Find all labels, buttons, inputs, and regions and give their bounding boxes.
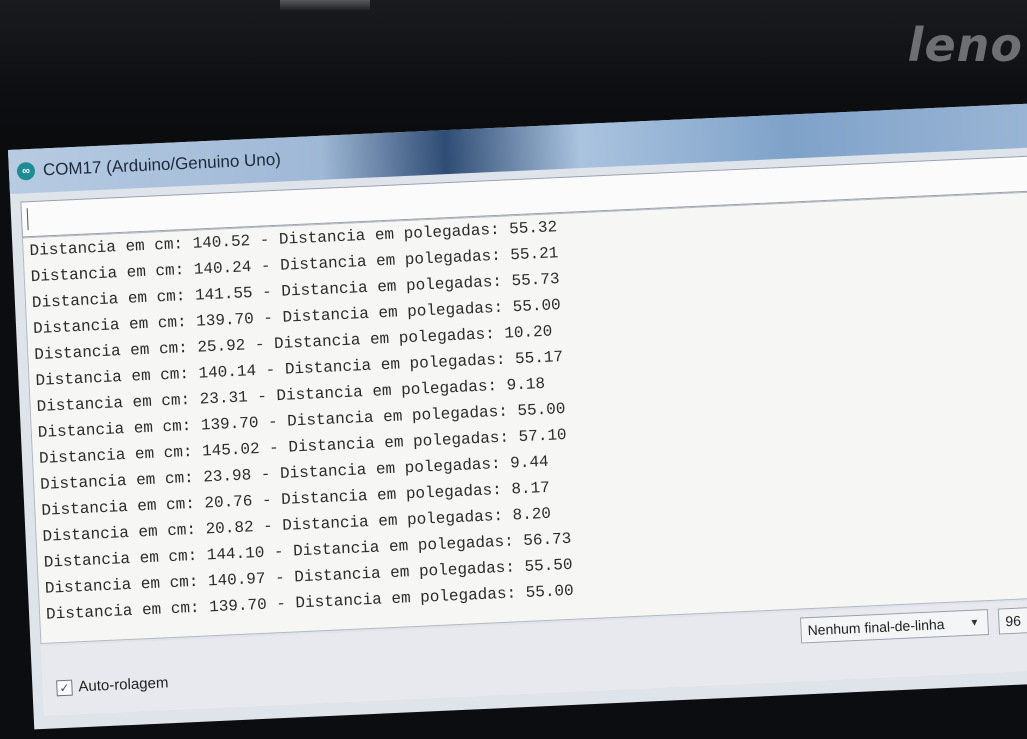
- window-title: COM17 (Arduino/Genuino Uno): [42, 149, 282, 180]
- serial-monitor-window: ∞ COM17 (Arduino/Genuino Uno) Distancia …: [8, 102, 1027, 730]
- serial-output[interactable]: Distancia em cm: 140.52 - Distancia em p…: [21, 190, 1027, 645]
- line-ending-value: Nenhum final-de-linha: [807, 616, 945, 639]
- line-ending-select[interactable]: Nenhum final-de-linha ▼: [800, 609, 990, 644]
- chevron-down-icon: ▼: [969, 616, 980, 629]
- autoscroll-label: Auto-rolagem: [78, 674, 169, 696]
- baud-rate-select[interactable]: 96: [997, 605, 1027, 635]
- screen-glare: [280, 0, 370, 10]
- autoscroll-option[interactable]: ✓ Auto-rolagem: [56, 674, 169, 696]
- arduino-infinity-icon: ∞: [16, 161, 36, 181]
- baud-rate-value: 96: [1005, 612, 1022, 630]
- monitor-brand-logo: leno: [907, 18, 1023, 72]
- autoscroll-checkbox[interactable]: ✓: [56, 679, 73, 696]
